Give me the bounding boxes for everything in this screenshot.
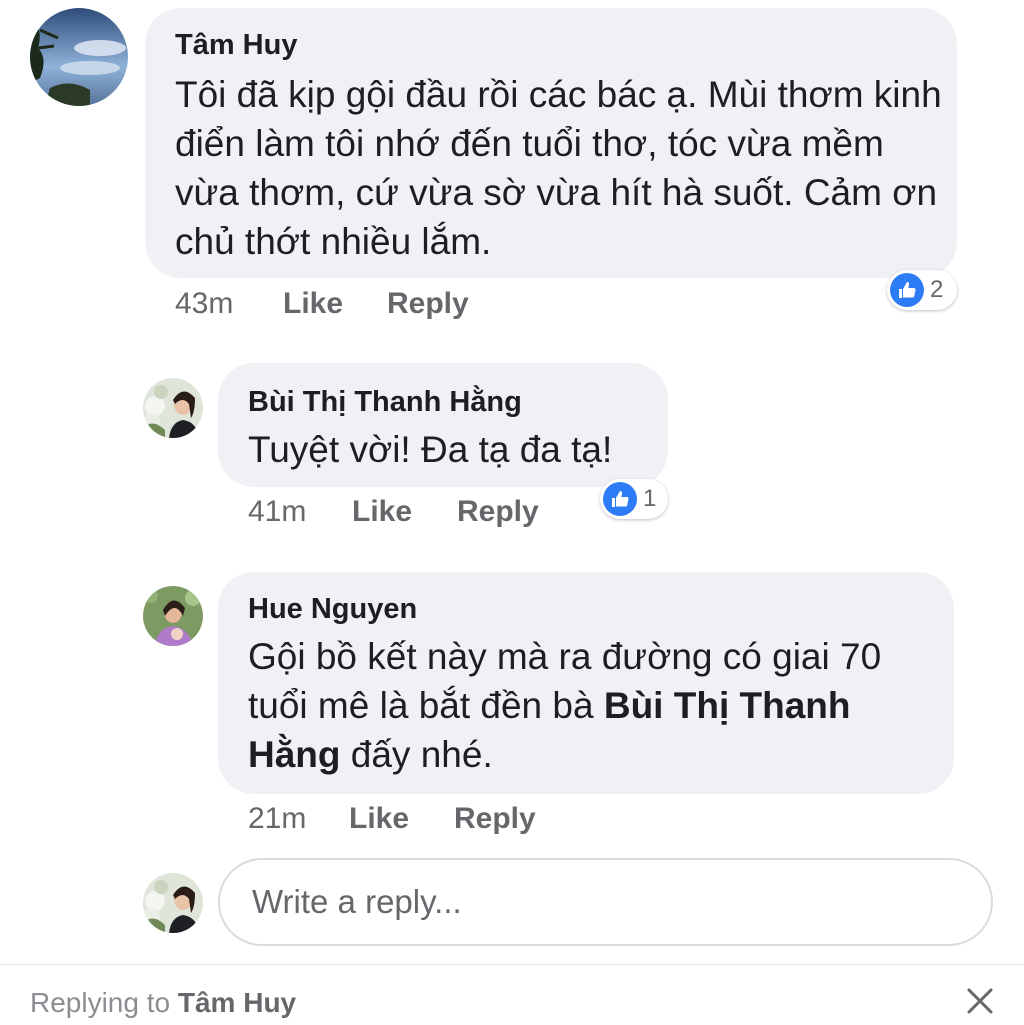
reply-button[interactable]: Reply: [457, 495, 539, 529]
like-thumb-icon: [603, 482, 637, 516]
comment-meta: 41m Like Reply: [248, 495, 539, 529]
comment-time: 43m: [175, 287, 234, 320]
like-button[interactable]: Like: [352, 495, 412, 529]
comment-author[interactable]: Tâm Huy: [175, 28, 297, 62]
replying-prefix: Replying to: [30, 987, 178, 1018]
reaction-count: 1: [643, 485, 657, 512]
reaction-summary[interactable]: 2: [887, 270, 957, 310]
comment-author[interactable]: Bùi Thị Thanh Hằng: [248, 385, 522, 419]
close-icon[interactable]: [966, 987, 994, 1015]
replying-name: Tâm Huy: [177, 987, 297, 1018]
replying-bar: Replying to Tâm Huy: [0, 964, 1024, 1025]
reply-input[interactable]: [250, 882, 921, 922]
comment-author[interactable]: Hue Nguyen: [248, 592, 417, 626]
comment-text: Tuyệt vời! Đa tạ đa tạ!: [248, 429, 613, 470]
avatar-hue-nguyen[interactable]: [143, 586, 203, 646]
current-user-avatar: [143, 873, 203, 933]
reaction-count: 2: [930, 276, 944, 303]
avatar-tam-huy[interactable]: [30, 8, 128, 106]
like-thumb-icon: [890, 273, 924, 307]
reply-composer[interactable]: [218, 858, 993, 946]
like-button[interactable]: Like: [349, 802, 409, 836]
comment-meta: 43m Like Reply: [175, 287, 469, 321]
reply-button[interactable]: Reply: [387, 287, 469, 321]
reaction-summary[interactable]: 1: [600, 479, 668, 519]
comment-text: Tôi đã kịp gội đầu rồi các bác ạ. Mùi th…: [175, 74, 942, 262]
comment-text: Gội bồ kết này mà ra đường có giai 70 tu…: [248, 632, 938, 779]
like-button[interactable]: Like: [283, 287, 343, 321]
reply-button[interactable]: Reply: [454, 802, 536, 836]
comment-time: 21m: [248, 802, 307, 835]
avatar-bui-thi-thanh-hang[interactable]: [143, 378, 203, 438]
comment-text-part: đấy nhé.: [340, 734, 493, 775]
replying-to-label: Replying to Tâm Huy: [30, 987, 296, 1019]
comment-time: 41m: [248, 495, 307, 528]
comment-meta: 21m Like Reply: [248, 802, 536, 836]
